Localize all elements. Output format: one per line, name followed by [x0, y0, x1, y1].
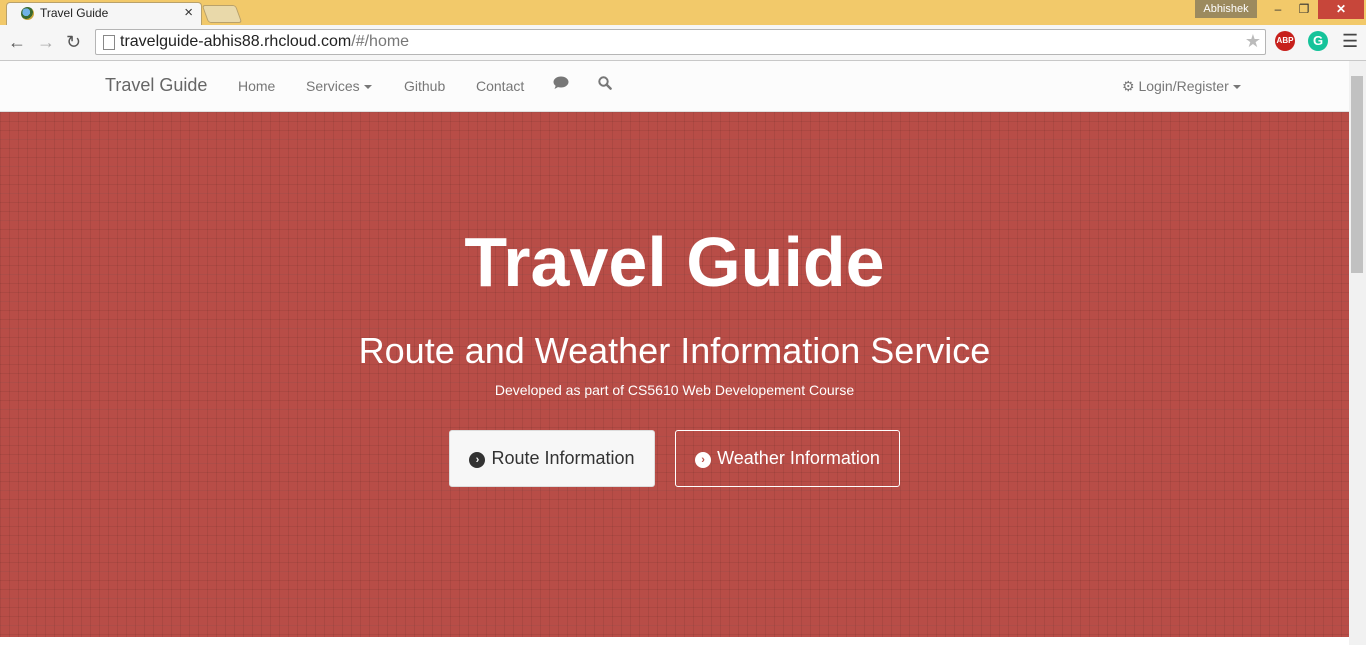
tab-close-button[interactable]: × [184, 4, 193, 22]
hero-title: Travel Guide [464, 223, 885, 301]
nav-services-label: Services [306, 78, 360, 94]
url-path: /#/home [351, 33, 410, 50]
gear-icon: ⚙ [1122, 78, 1135, 94]
weather-information-button[interactable]: › Weather Information [675, 430, 900, 487]
site-navbar: Travel Guide Home Services Github Contac… [0, 61, 1349, 112]
caret-down-icon [1232, 85, 1241, 90]
chat-comment-icon[interactable] [553, 76, 569, 94]
login-register-label: Login/Register [1138, 78, 1229, 94]
profile-badge[interactable]: Abhishek [1195, 0, 1257, 18]
page-viewport: Travel Guide Home Services Github Contac… [0, 61, 1349, 645]
scrollbar-thumb[interactable] [1351, 76, 1363, 273]
route-information-label: Route Information [491, 448, 635, 468]
search-icon[interactable] [598, 76, 612, 94]
browser-title-bar: Travel Guide × Abhishek – ❐ ✕ [0, 0, 1366, 25]
nav-services-dropdown[interactable]: Services [306, 78, 372, 94]
chrome-favicon-icon [21, 7, 34, 20]
navbar-brand[interactable]: Travel Guide [105, 75, 207, 96]
reload-icon[interactable]: ↻ [66, 31, 81, 53]
nav-contact[interactable]: Contact [476, 78, 524, 94]
hero-note: Developed as part of CS5610 Web Develope… [494, 382, 855, 398]
caret-down-icon [363, 85, 372, 90]
chevron-circle-right-icon: › [695, 452, 712, 468]
weather-information-label: Weather Information [717, 448, 880, 468]
chevron-circle-right-icon: › [469, 452, 486, 468]
page-scrollbar[interactable] [1349, 61, 1366, 645]
forward-arrow-icon[interactable]: → [37, 31, 55, 53]
browser-tab[interactable]: Travel Guide × [6, 2, 202, 25]
nav-github[interactable]: Github [404, 78, 445, 94]
window-minimize-button[interactable]: – [1266, 0, 1290, 19]
nav-home[interactable]: Home [238, 78, 275, 94]
window-close-button[interactable]: ✕ [1318, 0, 1364, 19]
adblock-icon[interactable]: ABP [1275, 31, 1295, 51]
browser-toolbar: ← → ↻ travelguide-abhis88.rhcloud.com/#/… [0, 25, 1366, 61]
hero-subtitle: Route and Weather Information Service [358, 330, 991, 371]
url-text[interactable]: travelguide-abhis88.rhcloud.com/#/home [120, 33, 409, 51]
bookmark-star-icon[interactable]: ★ [1245, 31, 1261, 52]
login-register-dropdown[interactable]: ⚙ Login/Register [1122, 78, 1241, 95]
page-icon [103, 35, 115, 50]
grammarly-icon[interactable]: G [1308, 31, 1328, 51]
new-tab-button[interactable] [201, 5, 243, 23]
window-maximize-button[interactable]: ❐ [1292, 0, 1316, 19]
url-host: travelguide-abhis88.rhcloud.com [120, 33, 352, 50]
chrome-menu-icon[interactable]: ☰ [1342, 31, 1358, 52]
hero-section: Travel Guide Route and Weather Informati… [0, 112, 1349, 637]
back-arrow-icon[interactable]: ← [8, 31, 26, 53]
address-bar[interactable]: travelguide-abhis88.rhcloud.com/#/home ★ [95, 29, 1266, 55]
tab-title: Travel Guide [40, 6, 109, 20]
route-information-button[interactable]: › Route Information [449, 430, 655, 487]
